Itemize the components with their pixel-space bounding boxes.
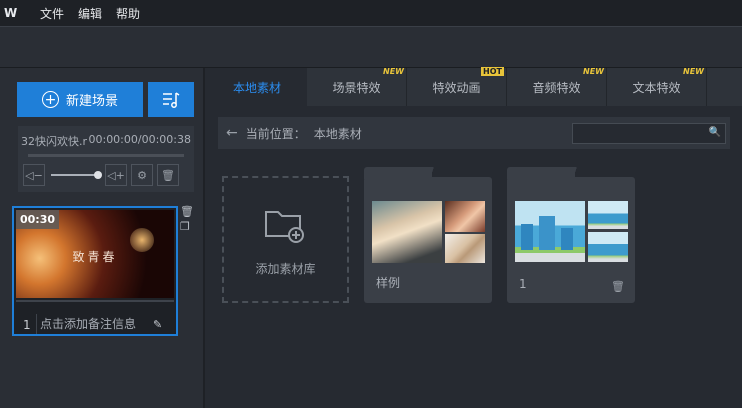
tab-label: 音频特效 (532, 80, 581, 95)
audio-track: 32快闪欢快.r 00:00:00/00:00:38 ◁− ◁+ ⚙ 🗑 (18, 126, 194, 192)
menu-edit[interactable]: 编辑 (78, 5, 102, 22)
folder-thumbnail (445, 234, 485, 263)
volume-down-icon[interactable]: ◁− (23, 164, 45, 186)
library-folder-1[interactable]: 1 🗑 (507, 167, 635, 303)
search-icon[interactable]: 🔍 (709, 127, 721, 138)
location-bar: ← 当前位置： 本地素材 🔍 (218, 117, 730, 149)
delete-icon[interactable]: 🗑 (157, 164, 179, 186)
music-list-button[interactable] (148, 82, 194, 117)
search-input[interactable]: 🔍 (572, 123, 726, 144)
plus-circle-icon: + (41, 91, 59, 108)
tab-text-effects[interactable]: 文本特效 NEW (607, 67, 707, 106)
tab-scene-effects[interactable]: 场景特效 NEW (307, 67, 407, 106)
location-value: 本地素材 (313, 126, 362, 141)
folder-label: 1 (519, 277, 527, 291)
tab-effect-animation[interactable]: 特效动画 HOT (407, 67, 507, 106)
scene-title: 致青春 (72, 250, 118, 264)
folder-thumbnail (372, 201, 442, 263)
delete-scene-icon[interactable]: 🗑 (180, 205, 194, 218)
menu-bar: W 文件 编辑 帮助 (0, 0, 742, 26)
new-badge: NEW (583, 67, 604, 76)
menu-file[interactable]: 文件 (40, 5, 64, 22)
audio-progress-bar[interactable] (28, 154, 184, 157)
volume-up-icon[interactable]: ◁+ (105, 164, 127, 186)
audio-name: 32快闪欢快.r (21, 135, 88, 148)
scene-number: 1 (23, 318, 31, 332)
tab-label: 特效动画 (432, 80, 481, 95)
copy-scene-icon[interactable]: ❐ (180, 220, 194, 233)
new-scene-button[interactable]: + 新建场景 (17, 82, 143, 117)
settings-icon[interactable]: ⚙ (131, 164, 153, 186)
folder-thumbnail (515, 201, 585, 262)
tab-label: 文本特效 (632, 80, 681, 95)
scene-note-input[interactable]: 点击添加备注信息 (36, 314, 151, 334)
toolbar (0, 26, 742, 68)
add-folder-icon (264, 211, 304, 243)
music-list-icon (163, 91, 180, 108)
material-tabs: 本地素材 场景特效 NEW 特效动画 HOT 音频特效 NEW 文本特效 NEW (207, 67, 742, 106)
folder-thumbnail (588, 201, 628, 229)
back-arrow-icon[interactable]: ← (226, 125, 238, 141)
audio-controls: ◁− ◁+ ⚙ 🗑 (23, 164, 179, 186)
audio-time: 00:00:00/00:00:38 (88, 133, 191, 146)
add-library-label: 添加素材库 (255, 262, 316, 276)
volume-slider[interactable] (51, 171, 102, 179)
building-shape (521, 224, 533, 250)
scene-card[interactable]: 致青春 00:30 1 点击添加备注信息 ✎ (12, 206, 178, 336)
building-shape (539, 216, 555, 250)
scene-duration: 00:30 (16, 210, 60, 229)
add-library-button[interactable]: 添加素材库 (222, 176, 349, 303)
edit-note-icon[interactable]: ✎ (153, 318, 162, 331)
scene-side-actions: 🗑 ❐ (180, 205, 194, 233)
scene-timeline-bar (16, 300, 174, 302)
app-logo: W (4, 6, 17, 20)
delete-folder-icon[interactable]: 🗑 (611, 280, 625, 293)
tab-label: 本地素材 (232, 80, 281, 95)
scene-panel: + 新建场景 32快闪欢快.r 00:00:00/00:00:38 ◁− ◁+ … (0, 68, 205, 408)
tab-local-material[interactable]: 本地素材 (207, 68, 307, 106)
library-folder-samples[interactable]: 样例 (364, 167, 492, 303)
folder-thumbnail (588, 232, 628, 262)
new-badge: NEW (683, 67, 704, 76)
location-label: 当前位置： (245, 126, 306, 141)
folder-label: 样例 (376, 276, 401, 290)
new-scene-label: 新建场景 (65, 94, 118, 109)
hot-badge: HOT (481, 67, 504, 76)
new-badge: NEW (383, 67, 404, 76)
menu-help[interactable]: 帮助 (116, 5, 140, 22)
building-shape (561, 228, 573, 250)
tab-label: 场景特效 (332, 80, 381, 95)
tab-audio-effects[interactable]: 音频特效 NEW (507, 67, 607, 106)
folder-thumbnail (445, 201, 485, 232)
